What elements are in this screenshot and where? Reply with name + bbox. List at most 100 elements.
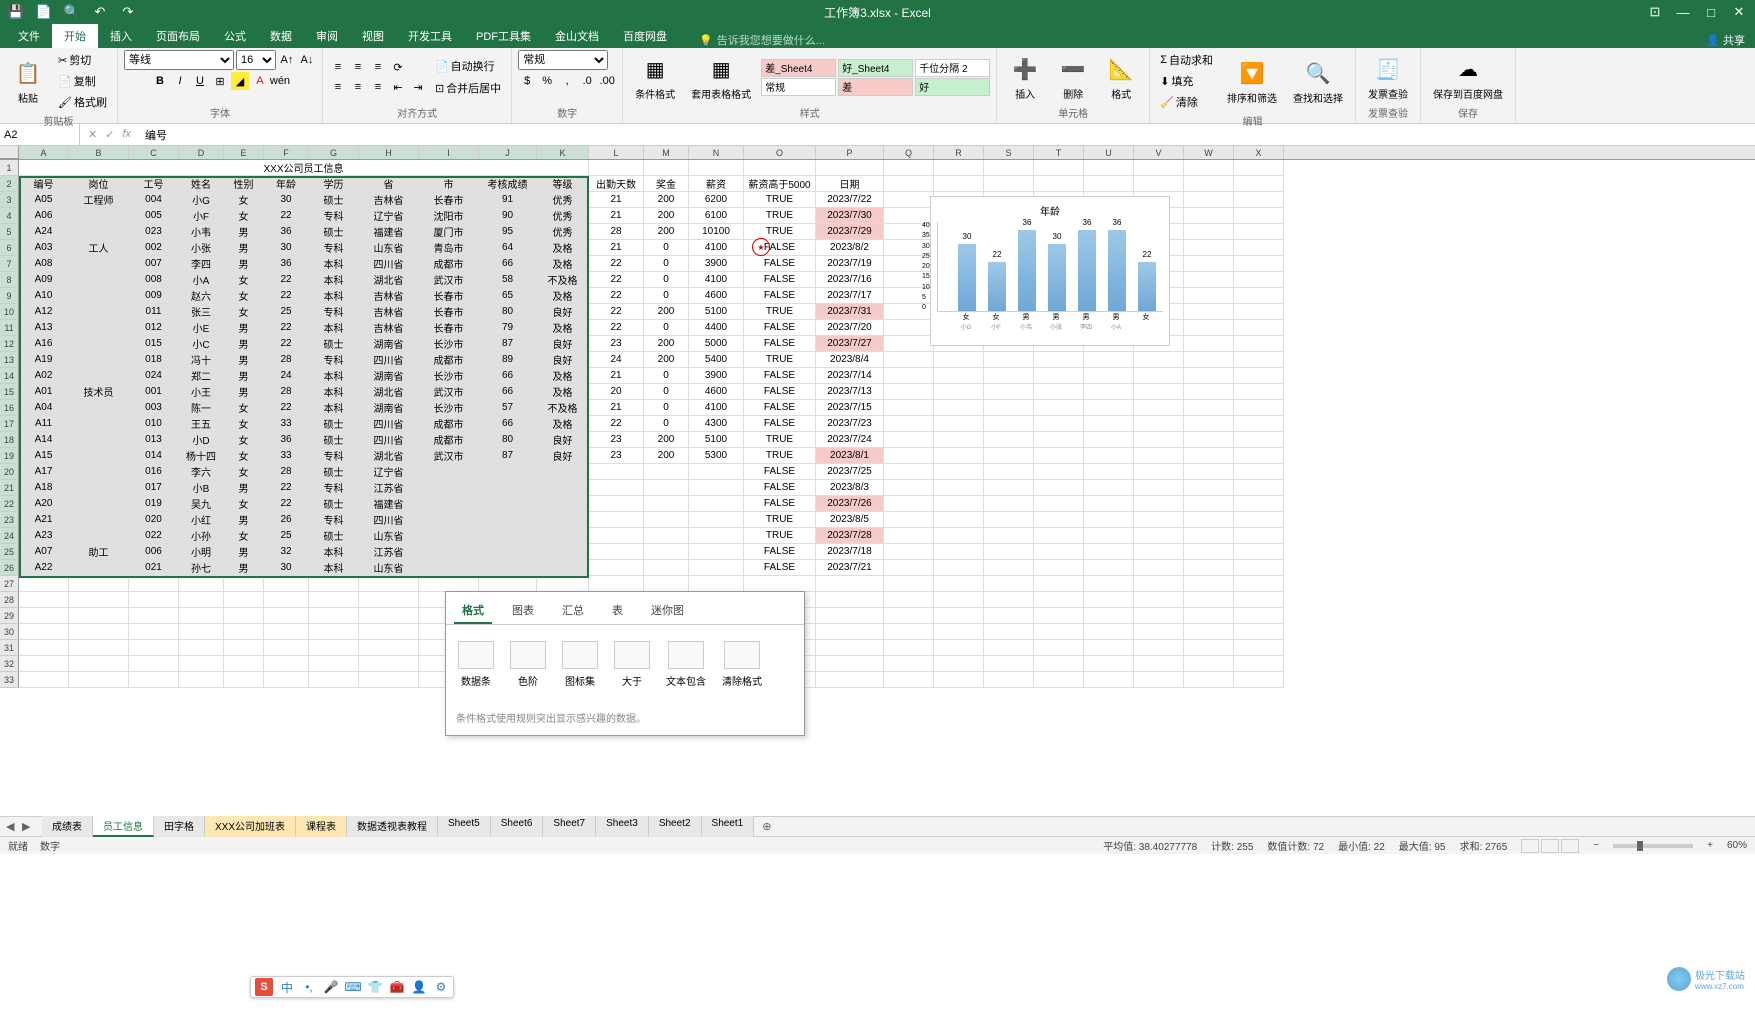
empty-cell[interactable] bbox=[816, 672, 884, 688]
empty-cell[interactable] bbox=[224, 608, 264, 624]
data-cell[interactable]: 及格 bbox=[537, 288, 589, 304]
data-cell[interactable] bbox=[1234, 448, 1284, 464]
border-button[interactable]: ⊞ bbox=[211, 72, 229, 90]
header-cell[interactable] bbox=[934, 176, 984, 192]
data-cell[interactable]: 成都市 bbox=[419, 432, 479, 448]
data-cell[interactable]: 21 bbox=[589, 400, 644, 416]
data-cell[interactable] bbox=[589, 496, 644, 512]
data-cell[interactable] bbox=[1184, 464, 1234, 480]
data-cell[interactable] bbox=[1184, 448, 1234, 464]
col-header-U[interactable]: U bbox=[1084, 146, 1134, 159]
data-cell[interactable] bbox=[589, 544, 644, 560]
save-icon[interactable]: 💾 bbox=[8, 4, 24, 20]
data-cell[interactable]: 200 bbox=[644, 192, 689, 208]
tab-pdf[interactable]: PDF工具集 bbox=[464, 24, 543, 48]
data-cell[interactable]: 女 bbox=[224, 192, 264, 208]
formula-input[interactable]: 编号 bbox=[139, 127, 1755, 143]
data-cell[interactable] bbox=[1234, 400, 1284, 416]
data-cell[interactable] bbox=[1034, 528, 1084, 544]
data-cell[interactable]: 长春市 bbox=[419, 288, 479, 304]
data-cell[interactable]: 22 bbox=[589, 304, 644, 320]
data-cell[interactable] bbox=[1184, 336, 1234, 352]
data-cell[interactable] bbox=[1134, 448, 1184, 464]
header-cell[interactable]: 学历 bbox=[309, 176, 359, 192]
data-cell[interactable]: 2023/7/16 bbox=[816, 272, 884, 288]
data-cell[interactable] bbox=[934, 384, 984, 400]
cell[interactable] bbox=[1184, 160, 1234, 176]
empty-cell[interactable] bbox=[1184, 672, 1234, 688]
row-header-6[interactable]: 6 bbox=[0, 240, 19, 256]
align-right-icon[interactable]: ≡ bbox=[369, 78, 387, 96]
empty-cell[interactable] bbox=[1234, 592, 1284, 608]
data-cell[interactable]: 小E bbox=[179, 320, 224, 336]
data-cell[interactable]: 专科 bbox=[309, 304, 359, 320]
data-cell[interactable]: 小红 bbox=[179, 512, 224, 528]
data-cell[interactable] bbox=[1234, 192, 1284, 208]
data-cell[interactable] bbox=[1234, 304, 1284, 320]
data-cell[interactable] bbox=[1134, 384, 1184, 400]
data-cell[interactable]: A09 bbox=[19, 272, 69, 288]
header-cell[interactable]: 等级 bbox=[537, 176, 589, 192]
data-cell[interactable]: 024 bbox=[129, 368, 179, 384]
data-cell[interactable] bbox=[1234, 320, 1284, 336]
cell[interactable] bbox=[1134, 160, 1184, 176]
data-cell[interactable] bbox=[1234, 288, 1284, 304]
data-cell[interactable] bbox=[984, 528, 1034, 544]
row-header-12[interactable]: 12 bbox=[0, 336, 19, 352]
row-header-20[interactable]: 20 bbox=[0, 464, 19, 480]
sheet-tab[interactable]: Sheet2 bbox=[649, 816, 702, 837]
data-cell[interactable]: TRUE bbox=[744, 192, 816, 208]
empty-cell[interactable] bbox=[359, 576, 419, 592]
fx-icon[interactable]: fx bbox=[122, 128, 131, 141]
data-cell[interactable] bbox=[1134, 432, 1184, 448]
data-cell[interactable]: 小C bbox=[179, 336, 224, 352]
painter-button[interactable]: 🖌 格式刷 bbox=[54, 92, 111, 112]
data-cell[interactable]: 男 bbox=[224, 336, 264, 352]
empty-cell[interactable] bbox=[179, 640, 224, 656]
sheet-tab[interactable]: Sheet7 bbox=[543, 816, 596, 837]
data-cell[interactable]: 湖南省 bbox=[359, 400, 419, 416]
empty-cell[interactable] bbox=[644, 576, 689, 592]
cell[interactable] bbox=[644, 160, 689, 176]
data-cell[interactable] bbox=[884, 544, 934, 560]
empty-cell[interactable] bbox=[984, 672, 1034, 688]
phonetic-button[interactable]: wén bbox=[271, 72, 289, 90]
data-cell[interactable]: 小明 bbox=[179, 544, 224, 560]
data-cell[interactable]: 山东省 bbox=[359, 240, 419, 256]
data-cell[interactable] bbox=[644, 560, 689, 576]
data-cell[interactable] bbox=[537, 464, 589, 480]
empty-cell[interactable] bbox=[1084, 640, 1134, 656]
empty-cell[interactable] bbox=[309, 576, 359, 592]
data-cell[interactable] bbox=[984, 496, 1034, 512]
data-cell[interactable] bbox=[69, 480, 129, 496]
data-cell[interactable] bbox=[1234, 464, 1284, 480]
empty-cell[interactable] bbox=[19, 576, 69, 592]
data-cell[interactable]: 四川省 bbox=[359, 432, 419, 448]
data-cell[interactable]: 89 bbox=[479, 352, 537, 368]
maximize-icon[interactable]: □ bbox=[1703, 4, 1719, 20]
empty-cell[interactable] bbox=[1034, 672, 1084, 688]
data-cell[interactable]: 李四 bbox=[179, 256, 224, 272]
row-header-7[interactable]: 7 bbox=[0, 256, 19, 272]
data-cell[interactable] bbox=[1134, 368, 1184, 384]
data-cell[interactable]: TRUE bbox=[744, 528, 816, 544]
row-header-18[interactable]: 18 bbox=[0, 432, 19, 448]
data-cell[interactable]: 2023/7/15 bbox=[816, 400, 884, 416]
empty-cell[interactable] bbox=[984, 656, 1034, 672]
data-cell[interactable]: 硕士 bbox=[309, 192, 359, 208]
empty-cell[interactable] bbox=[934, 656, 984, 672]
col-header-W[interactable]: W bbox=[1184, 146, 1234, 159]
data-cell[interactable]: 30 bbox=[264, 560, 309, 576]
data-cell[interactable] bbox=[1034, 496, 1084, 512]
row-header-2[interactable]: 2 bbox=[0, 176, 19, 192]
empty-cell[interactable] bbox=[19, 608, 69, 624]
data-cell[interactable]: FALSE bbox=[744, 496, 816, 512]
data-cell[interactable]: 优秀 bbox=[537, 192, 589, 208]
style-bad[interactable]: 差 bbox=[838, 78, 913, 96]
data-cell[interactable] bbox=[1134, 480, 1184, 496]
row-header-17[interactable]: 17 bbox=[0, 416, 19, 432]
data-cell[interactable] bbox=[1184, 368, 1234, 384]
data-cell[interactable]: 2023/7/18 bbox=[816, 544, 884, 560]
data-cell[interactable]: 0 bbox=[644, 272, 689, 288]
data-cell[interactable] bbox=[1234, 208, 1284, 224]
